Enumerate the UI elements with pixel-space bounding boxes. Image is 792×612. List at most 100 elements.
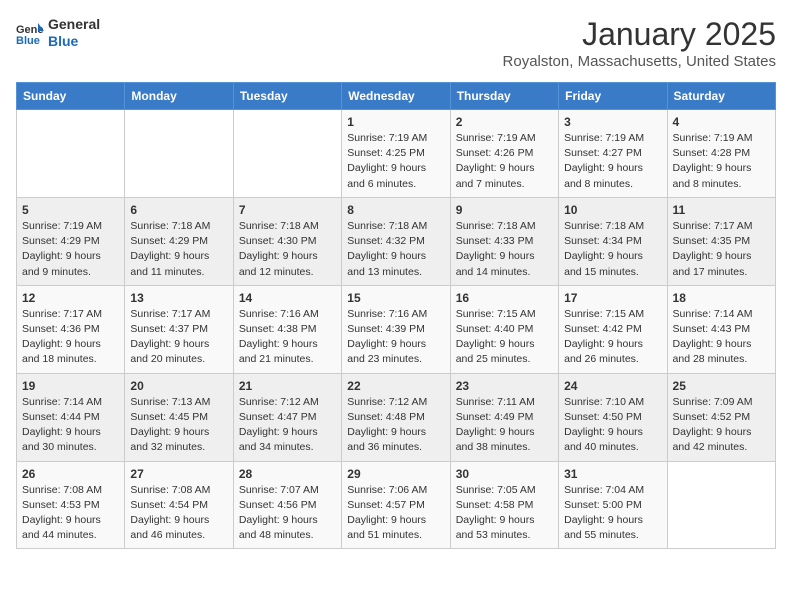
week-row-4: 19 Sunrise: 7:14 AM Sunset: 4:44 PM Dayli… [17,373,776,461]
calendar-cell: 8 Sunrise: 7:18 AM Sunset: 4:32 PM Daylig… [342,197,450,285]
day-number: 17 [564,291,661,305]
day-info: Sunrise: 7:17 AM Sunset: 4:36 PM Dayligh… [22,307,119,368]
weekday-header-wednesday: Wednesday [342,83,450,110]
day-info: Sunrise: 7:18 AM Sunset: 4:33 PM Dayligh… [456,219,553,280]
day-number: 10 [564,203,661,217]
day-info: Sunrise: 7:14 AM Sunset: 4:44 PM Dayligh… [22,395,119,456]
calendar: SundayMondayTuesdayWednesdayThursdayFrid… [16,82,776,549]
calendar-cell: 12 Sunrise: 7:17 AM Sunset: 4:36 PM Dayli… [17,285,125,373]
day-number: 4 [673,115,770,129]
day-number: 11 [673,203,770,217]
day-info: Sunrise: 7:17 AM Sunset: 4:35 PM Dayligh… [673,219,770,280]
day-number: 12 [22,291,119,305]
day-info: Sunrise: 7:08 AM Sunset: 4:53 PM Dayligh… [22,483,119,544]
weekday-header-row: SundayMondayTuesdayWednesdayThursdayFrid… [17,83,776,110]
day-number: 29 [347,467,444,481]
calendar-cell: 9 Sunrise: 7:18 AM Sunset: 4:33 PM Daylig… [450,197,558,285]
day-info: Sunrise: 7:11 AM Sunset: 4:49 PM Dayligh… [456,395,553,456]
day-number: 2 [456,115,553,129]
day-number: 3 [564,115,661,129]
calendar-cell: 14 Sunrise: 7:16 AM Sunset: 4:38 PM Dayli… [233,285,341,373]
calendar-cell: 5Sunrise: 7:19 AM Sunset: 4:29 PM Daylig… [17,197,125,285]
day-info: Sunrise: 7:10 AM Sunset: 4:50 PM Dayligh… [564,395,661,456]
day-number: 19 [22,379,119,393]
weekday-header-friday: Friday [559,83,667,110]
calendar-cell: 31 Sunrise: 7:04 AM Sunset: 5:00 PM Dayli… [559,461,667,549]
calendar-cell: 28Sunrise: 7:07 AM Sunset: 4:56 PM Dayli… [233,461,341,549]
calendar-cell: 1 Sunrise: 7:19 AM Sunset: 4:25 PM Daylig… [342,110,450,198]
logo-blue: Blue [48,33,100,50]
day-number: 7 [239,203,336,217]
day-info: Sunrise: 7:19 AM Sunset: 4:27 PM Dayligh… [564,131,661,192]
day-number: 22 [347,379,444,393]
weekday-header-thursday: Thursday [450,83,558,110]
day-info: Sunrise: 7:15 AM Sunset: 4:40 PM Dayligh… [456,307,553,368]
calendar-cell: 19 Sunrise: 7:14 AM Sunset: 4:44 PM Dayli… [17,373,125,461]
calendar-cell: 26Sunrise: 7:08 AM Sunset: 4:53 PM Dayli… [17,461,125,549]
day-info: Sunrise: 7:16 AM Sunset: 4:39 PM Dayligh… [347,307,444,368]
day-number: 9 [456,203,553,217]
day-info: Sunrise: 7:09 AM Sunset: 4:52 PM Dayligh… [673,395,770,456]
weekday-header-sunday: Sunday [17,83,125,110]
day-info: Sunrise: 7:08 AM Sunset: 4:54 PM Dayligh… [130,483,227,544]
day-number: 8 [347,203,444,217]
day-number: 20 [130,379,227,393]
calendar-cell: 30Sunrise: 7:05 AM Sunset: 4:58 PM Dayli… [450,461,558,549]
weekday-header-tuesday: Tuesday [233,83,341,110]
day-number: 15 [347,291,444,305]
calendar-cell: 17 Sunrise: 7:15 AM Sunset: 4:42 PM Dayli… [559,285,667,373]
day-number: 24 [564,379,661,393]
day-number: 1 [347,115,444,129]
calendar-cell: 4 Sunrise: 7:19 AM Sunset: 4:28 PM Daylig… [667,110,775,198]
day-info: Sunrise: 7:15 AM Sunset: 4:42 PM Dayligh… [564,307,661,368]
week-row-2: 5Sunrise: 7:19 AM Sunset: 4:29 PM Daylig… [17,197,776,285]
day-number: 27 [130,467,227,481]
calendar-cell: 27 Sunrise: 7:08 AM Sunset: 4:54 PM Dayli… [125,461,233,549]
day-number: 13 [130,291,227,305]
calendar-cell: 6 Sunrise: 7:18 AM Sunset: 4:29 PM Daylig… [125,197,233,285]
day-number: 25 [673,379,770,393]
title-area: January 2025 Royalston, Massachusetts, U… [503,16,776,70]
calendar-cell: 24 Sunrise: 7:10 AM Sunset: 4:50 PM Dayli… [559,373,667,461]
calendar-cell: 18Sunrise: 7:14 AM Sunset: 4:43 PM Dayli… [667,285,775,373]
day-number: 14 [239,291,336,305]
weekday-header-monday: Monday [125,83,233,110]
day-info: Sunrise: 7:18 AM Sunset: 4:32 PM Dayligh… [347,219,444,280]
day-info: Sunrise: 7:06 AM Sunset: 4:57 PM Dayligh… [347,483,444,544]
day-number: 31 [564,467,661,481]
day-info: Sunrise: 7:19 AM Sunset: 4:28 PM Dayligh… [673,131,770,192]
week-row-5: 26Sunrise: 7:08 AM Sunset: 4:53 PM Dayli… [17,461,776,549]
day-info: Sunrise: 7:16 AM Sunset: 4:38 PM Dayligh… [239,307,336,368]
calendar-cell: 3 Sunrise: 7:19 AM Sunset: 4:27 PM Daylig… [559,110,667,198]
calendar-cell: 2 Sunrise: 7:19 AM Sunset: 4:26 PM Daylig… [450,110,558,198]
day-info: Sunrise: 7:17 AM Sunset: 4:37 PM Dayligh… [130,307,227,368]
day-info: Sunrise: 7:14 AM Sunset: 4:43 PM Dayligh… [673,307,770,368]
day-number: 5 [22,203,119,217]
day-info: Sunrise: 7:13 AM Sunset: 4:45 PM Dayligh… [130,395,227,456]
calendar-cell [233,110,341,198]
calendar-cell [125,110,233,198]
day-info: Sunrise: 7:04 AM Sunset: 5:00 PM Dayligh… [564,483,661,544]
calendar-cell: 21 Sunrise: 7:12 AM Sunset: 4:47 PM Dayli… [233,373,341,461]
day-info: Sunrise: 7:05 AM Sunset: 4:58 PM Dayligh… [456,483,553,544]
day-info: Sunrise: 7:19 AM Sunset: 4:26 PM Dayligh… [456,131,553,192]
calendar-cell: 10Sunrise: 7:18 AM Sunset: 4:34 PM Dayli… [559,197,667,285]
calendar-cell: 29 Sunrise: 7:06 AM Sunset: 4:57 PM Dayli… [342,461,450,549]
calendar-cell [667,461,775,549]
calendar-cell: 13 Sunrise: 7:17 AM Sunset: 4:37 PM Dayli… [125,285,233,373]
day-info: Sunrise: 7:12 AM Sunset: 4:47 PM Dayligh… [239,395,336,456]
day-number: 21 [239,379,336,393]
day-number: 16 [456,291,553,305]
day-number: 6 [130,203,227,217]
calendar-cell: 20 Sunrise: 7:13 AM Sunset: 4:45 PM Dayli… [125,373,233,461]
day-info: Sunrise: 7:18 AM Sunset: 4:29 PM Dayligh… [130,219,227,280]
day-info: Sunrise: 7:07 AM Sunset: 4:56 PM Dayligh… [239,483,336,544]
week-row-3: 12 Sunrise: 7:17 AM Sunset: 4:36 PM Dayli… [17,285,776,373]
day-number: 23 [456,379,553,393]
logo: General Blue General Blue [16,16,100,50]
day-info: Sunrise: 7:19 AM Sunset: 4:25 PM Dayligh… [347,131,444,192]
header: General Blue General Blue January 2025 R… [16,16,776,70]
calendar-cell: 23 Sunrise: 7:11 AM Sunset: 4:49 PM Dayli… [450,373,558,461]
logo-general: General [48,16,100,33]
day-info: Sunrise: 7:18 AM Sunset: 4:30 PM Dayligh… [239,219,336,280]
